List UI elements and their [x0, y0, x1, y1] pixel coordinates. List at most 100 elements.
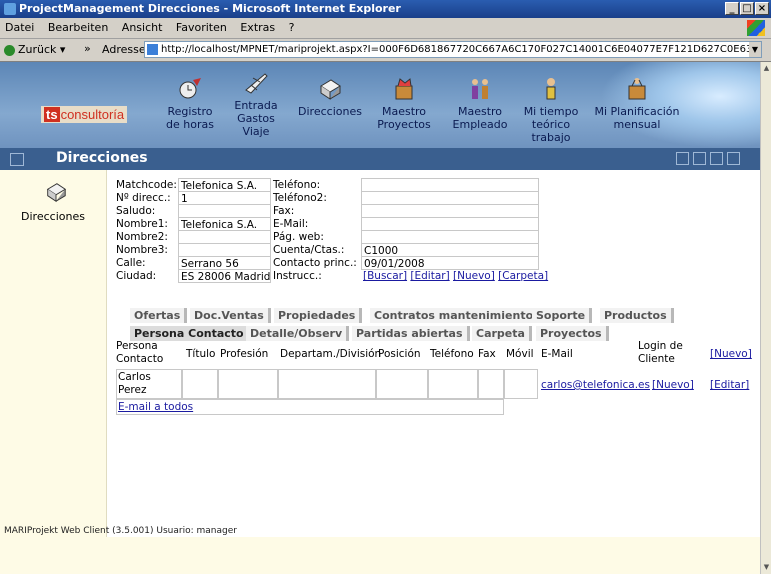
value-fax: [361, 204, 539, 218]
address-url: http://localhost/MPNET/mariprojekt.aspx?…: [161, 44, 761, 55]
label-cuenta: Cuenta/Ctas.:: [273, 244, 345, 256]
value-cuenta: C1000: [361, 243, 539, 257]
editar-link[interactable]: [Editar]: [410, 270, 449, 282]
nav-maestro-proyectos[interactable]: Maestro Proyectos: [374, 76, 434, 131]
value-telefono2: [361, 191, 539, 205]
edit-icon[interactable]: [693, 152, 706, 165]
menu-ansicht[interactable]: Ansicht: [117, 18, 168, 38]
cell-posicion: [376, 369, 428, 399]
menu-datei[interactable]: Datei: [0, 18, 39, 38]
cell-telefono: [428, 369, 478, 399]
menu-extras[interactable]: Extras: [235, 18, 280, 38]
tab-detalle-observ[interactable]: Detalle/Observ: [246, 326, 350, 341]
value-matchcode: Telefonica S.A.: [178, 178, 271, 192]
tab-contratos[interactable]: Contratos mantenimiento: [370, 308, 541, 323]
maximize-button[interactable]: □: [740, 2, 754, 15]
menu-help[interactable]: ?: [284, 18, 300, 38]
new-contact-link[interactable]: [Nuevo]: [710, 348, 752, 361]
company-logo: ts consultoría: [41, 106, 128, 123]
carpeta-link[interactable]: [Carpeta]: [498, 270, 548, 282]
vertical-scrollbar[interactable]: ▲ ▼: [760, 62, 771, 574]
windows-logo-icon: [747, 20, 765, 36]
person-time-icon: [546, 78, 556, 100]
left-panel: Direcciones: [0, 170, 107, 574]
menu-favoriten[interactable]: Favoriten: [171, 18, 232, 38]
cell-email-link[interactable]: carlos@telefonica.es: [541, 379, 650, 392]
airplane-icon: [245, 73, 268, 94]
nav-mi-planificacion[interactable]: Mi Planificación mensual: [594, 76, 680, 131]
tab-productos[interactable]: Productos: [600, 308, 674, 323]
planning-icon: [628, 78, 646, 100]
scroll-down-arrow-icon[interactable]: ▼: [762, 563, 771, 572]
cell-departamento: [278, 369, 376, 399]
section-title: Direcciones: [56, 150, 148, 166]
menu-bar: Datei Bearbeiten Ansicht Favoriten Extra…: [0, 18, 771, 39]
status-text: MARIProjekt Web Client (3.5.001) Usuario…: [4, 526, 237, 536]
employees-icon: [472, 79, 488, 99]
nav-maestro-empleado[interactable]: Maestro Empleado: [448, 76, 512, 131]
value-num-direcc: 1: [178, 191, 271, 205]
label-nombre1: Nombre1:: [116, 218, 168, 230]
tab-propiedades[interactable]: Propiedades: [274, 308, 363, 323]
tab-persona-contacto[interactable]: Persona Contacto: [130, 326, 251, 341]
minimize-button[interactable]: _: [725, 2, 739, 15]
address-input[interactable]: http://localhost/MPNET/mariprojekt.aspx?…: [144, 41, 762, 58]
label-saludo: Saludo:: [116, 205, 156, 217]
tab-soporte[interactable]: Soporte: [532, 308, 593, 323]
nav-direcciones[interactable]: Direcciones: [296, 76, 364, 118]
toolbar-more-chevron[interactable]: »: [84, 42, 91, 55]
col-posicion: Posición: [378, 348, 421, 360]
clock-pen-icon: [179, 78, 201, 99]
email-all-link[interactable]: E-mail a todos: [118, 401, 193, 414]
value-calle: Serrano 56: [178, 256, 271, 270]
save-icon[interactable]: [676, 152, 689, 165]
close-icon[interactable]: [727, 152, 740, 165]
close-button[interactable]: ×: [755, 2, 769, 15]
app-banner: ts consultoría Registro de horas Entrada …: [0, 62, 760, 148]
login-nuevo-link[interactable]: [Nuevo]: [652, 379, 694, 392]
value-nombre2: [178, 230, 271, 244]
section-collapse-icon[interactable]: [10, 153, 24, 166]
edit-contact-link[interactable]: [Editar]: [710, 379, 749, 392]
project-box-icon: [395, 78, 413, 100]
cell-titulo: [182, 369, 218, 399]
nav-entrada-gastos[interactable]: Entrada Gastos Viaje: [232, 70, 280, 138]
address-dropdown-button[interactable]: ▼: [749, 42, 761, 57]
nav-mi-tiempo[interactable]: Mi tiempo teórico trabajo: [522, 76, 580, 144]
page-icon: [147, 44, 158, 55]
address-book-icon: [46, 183, 67, 203]
tabs-row-1: Ofertas Doc.Ventas Propiedades Contratos…: [116, 308, 676, 323]
label-telefono2: Teléfono2:: [273, 192, 327, 204]
back-button[interactable]: Zurück ▾: [4, 43, 65, 56]
cell-profesion: [218, 369, 278, 399]
tab-carpeta[interactable]: Carpeta: [472, 326, 532, 341]
page-content: ts consultoría Registro de horas Entrada …: [0, 62, 760, 574]
tab-partidas-abiertas[interactable]: Partidas abiertas: [352, 326, 470, 341]
value-contacto-princ: 09/01/2008: [361, 256, 539, 270]
col-titulo: Título: [186, 348, 216, 360]
tab-doc-ventas[interactable]: Doc.Ventas: [190, 308, 271, 323]
label-nombre3: Nombre3:: [116, 244, 168, 256]
label-nombre2: Nombre2:: [116, 231, 168, 243]
col-login-cliente: Login de Cliente: [638, 340, 683, 365]
buscar-link[interactable]: [Buscar]: [363, 270, 407, 282]
label-matchcode: Matchcode:: [116, 179, 177, 191]
nuevo-link[interactable]: [Nuevo]: [453, 270, 495, 282]
nav-registro-horas[interactable]: Registro de horas: [160, 76, 220, 131]
cell-fax: [478, 369, 504, 399]
section-header: Direcciones: [0, 148, 760, 170]
value-pag-web: [361, 230, 539, 244]
col-email: E-Mail: [541, 348, 573, 360]
col-persona-contacto: Persona Contacto: [116, 340, 164, 365]
tab-ofertas[interactable]: Ofertas: [130, 308, 188, 323]
label-num-direcc: Nº direcc.:: [116, 192, 171, 204]
scroll-up-arrow-icon[interactable]: ▲: [762, 64, 771, 73]
menu-bearbeiten[interactable]: Bearbeiten: [43, 18, 113, 38]
tab-proyectos[interactable]: Proyectos: [536, 326, 609, 341]
search-icon[interactable]: [710, 152, 723, 165]
form-actions: [Buscar] [Editar] [Nuevo] [Carpeta]: [363, 269, 548, 283]
back-arrow-icon: [4, 44, 15, 56]
address-label: Adresse: [102, 43, 146, 56]
window-title: ProjectManagement Direcciones - Microsof…: [19, 2, 401, 15]
ie-icon: [4, 3, 16, 15]
